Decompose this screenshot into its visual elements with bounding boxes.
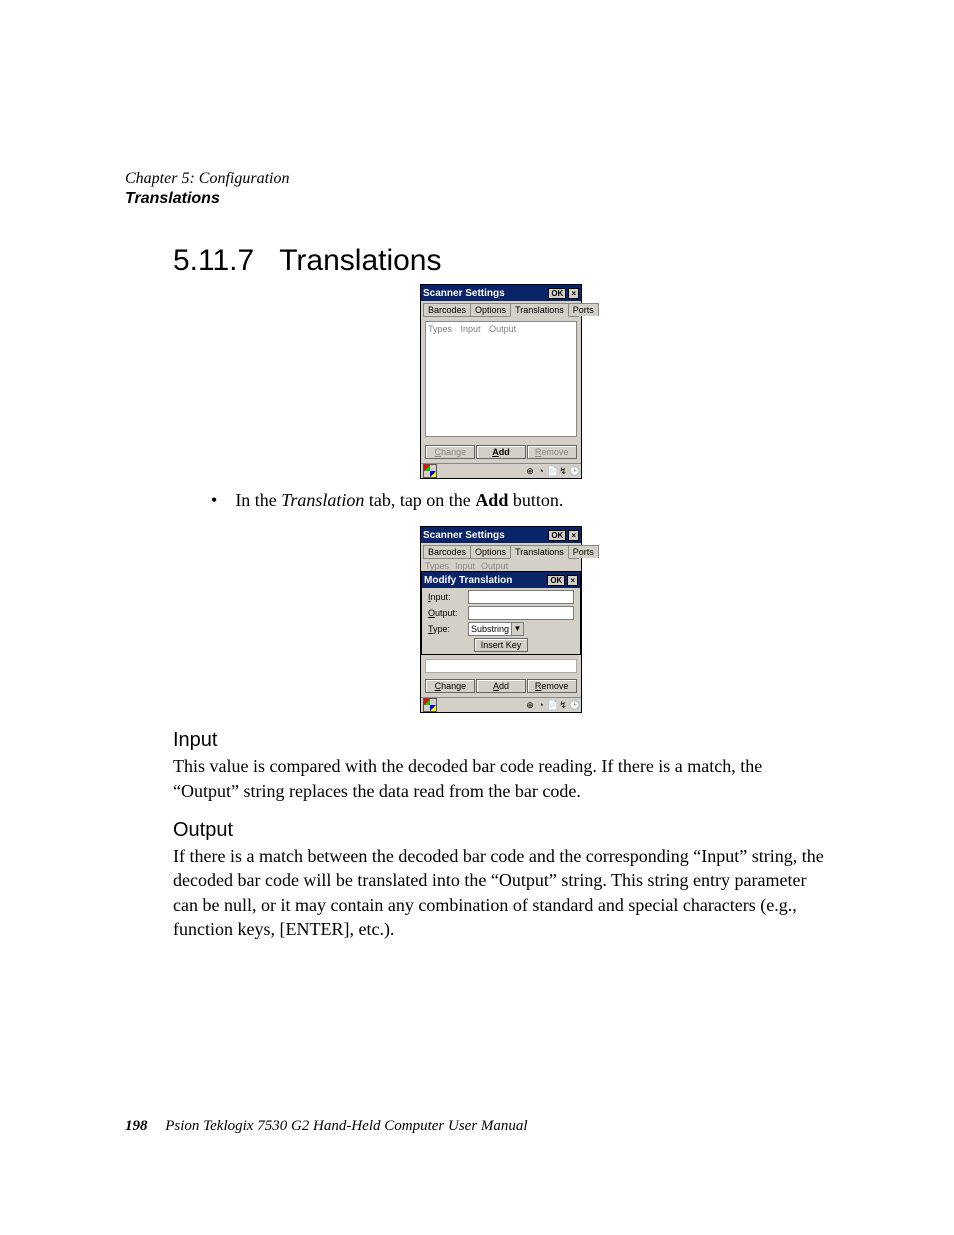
tray-icon[interactable]: 📄 [547,700,557,710]
screenshot-scanner-settings: Scanner Settings OK × Barcodes Options T… [420,284,582,479]
page-number: 198 [125,1118,148,1134]
instruction-bullet: • In the Translation tab, tap on the Add… [211,489,829,512]
modify-window-title: Modify Translation [424,575,512,586]
tab-options[interactable]: Options [470,545,511,558]
page-footer: 198 Psion Teklogix 7530 G2 Hand-Held Com… [125,1118,528,1135]
insert-key-button[interactable]: Insert Key [474,638,529,652]
start-icon[interactable] [423,464,437,478]
translations-list[interactable]: Types Input Output [425,321,577,437]
tray-icon[interactable]: 🕒 [569,466,579,476]
col-types: Types [428,324,452,334]
taskbar: ⊕ ◔ 📄 ↯ 🕒 [421,697,581,712]
tray-icon[interactable]: ↯ [558,700,568,710]
list-header: Types Input Output [428,324,574,334]
col-types: Types [425,561,449,571]
section-header: Translations [125,190,829,208]
tab-ports[interactable]: Ports [568,303,599,316]
bullet-dot: • [211,489,217,512]
change-button[interactable]: Change [425,445,475,459]
output-paragraph: If there is a match between the decoded … [173,844,829,941]
window-titlebar: Scanner Settings OK × [421,527,581,543]
ok-button[interactable]: OK [548,530,566,541]
tab-translations[interactable]: Translations [510,303,569,317]
output-field[interactable] [468,606,574,620]
tray-icon[interactable]: ⊕ [525,700,535,710]
section-title: 5.11.7 Translations [173,244,829,278]
tab-strip: Barcodes Options Translations Ports [423,545,579,559]
modify-close-button[interactable]: × [567,575,578,586]
window-title: Scanner Settings [423,288,505,299]
close-button[interactable]: × [568,288,579,299]
chapter-header: Chapter 5: Configuration [125,170,829,188]
tab-options[interactable]: Options [470,303,511,316]
output-label: Output: [428,608,468,618]
section-title-text: Translations [279,244,441,277]
window-title: Scanner Settings [423,530,505,541]
window-titlebar: Scanner Settings OK × [421,285,581,301]
tray-icon[interactable]: ◔ [536,466,546,476]
footer-text: Psion Teklogix 7530 G2 Hand-Held Compute… [165,1118,527,1134]
type-label: Type: [428,624,468,634]
taskbar: ⊕ ◔ 📄 ↯ 🕒 [421,463,581,478]
tray-icon[interactable]: ⊕ [525,466,535,476]
tab-strip: Barcodes Options Translations Ports [423,303,579,317]
start-icon[interactable] [423,698,437,712]
input-heading: Input [173,729,829,752]
tab-translations[interactable]: Translations [510,545,569,559]
add-button[interactable]: Add [476,445,526,459]
tab-barcodes[interactable]: Barcodes [423,545,471,558]
input-label: Input: [428,592,468,602]
output-heading: Output [173,819,829,842]
chevron-down-icon[interactable]: ▼ [511,623,523,635]
col-input: Input [461,324,481,334]
col-output: Output [481,561,508,571]
key-strip[interactable] [425,659,577,673]
tab-barcodes[interactable]: Barcodes [423,303,471,316]
tab-ports[interactable]: Ports [568,545,599,558]
type-value: Substring [469,623,511,635]
input-paragraph: This value is compared with the decoded … [173,754,829,803]
type-combo[interactable]: Substring ▼ [468,622,524,636]
modify-titlebar: Modify Translation OK × [422,572,580,588]
col-input: Input [455,561,475,571]
tray-icon[interactable]: 📄 [547,466,557,476]
tray-icon[interactable]: 🕒 [569,700,579,710]
modify-ok-button[interactable]: OK [547,575,565,586]
change-button[interactable]: Change [425,679,475,693]
add-button[interactable]: Add [476,679,526,693]
remove-button[interactable]: Remove [527,679,577,693]
close-button[interactable]: × [568,530,579,541]
screenshot-modify-translation: Scanner Settings OK × Barcodes Options T… [420,526,582,713]
ok-button[interactable]: OK [548,288,566,299]
remove-button[interactable]: Remove [527,445,577,459]
input-field[interactable] [468,590,574,604]
col-output: Output [489,324,516,334]
tray-icon[interactable]: ◔ [536,700,546,710]
tray-icon[interactable]: ↯ [558,466,568,476]
section-number: 5.11.7 [173,244,254,278]
